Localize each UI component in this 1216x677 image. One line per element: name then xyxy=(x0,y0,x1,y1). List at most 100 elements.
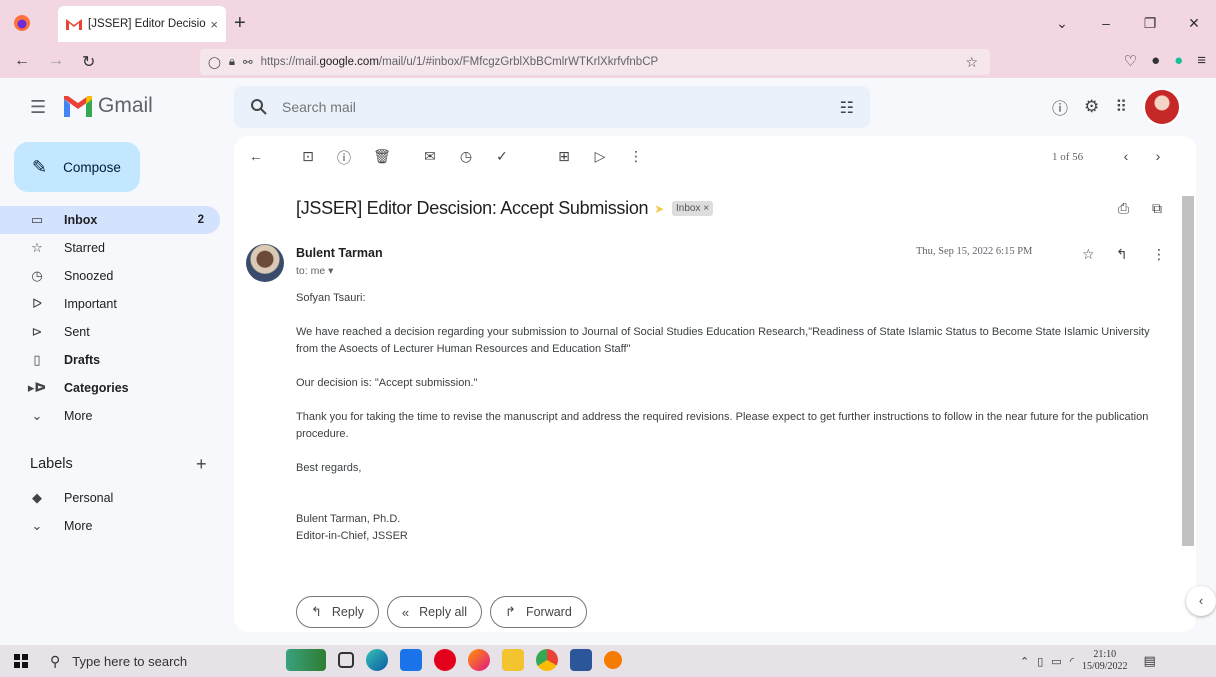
taskbar-clock[interactable]: 21:10 15/09/2022 xyxy=(1082,649,1128,673)
inbox-label-chip[interactable]: Inbox × xyxy=(672,201,714,216)
account-icon[interactable]: ● xyxy=(1151,52,1160,70)
minimize-icon[interactable]: – xyxy=(1084,15,1128,31)
star-icon[interactable]: ☆ xyxy=(1082,246,1095,263)
sidebar-item-snoozed[interactable]: ◷ Snoozed xyxy=(0,262,220,290)
gmail-wordmark: Gmail xyxy=(98,94,153,117)
shield-icon[interactable]: ◯ xyxy=(208,55,221,69)
open-new-window-icon[interactable]: ⧉ xyxy=(1152,200,1162,217)
bookmark-star-icon[interactable]: ☆ xyxy=(965,54,978,71)
side-panel-toggle-icon[interactable]: ‹ xyxy=(1186,586,1216,616)
sidebar-item-starred[interactable]: ☆ Starred xyxy=(0,234,220,262)
file-explorer-icon[interactable] xyxy=(502,649,524,671)
delete-icon[interactable]: 🗑︎ xyxy=(372,148,392,165)
message-body: Sofyan Tsauri: We have reached a decisio… xyxy=(296,290,1156,545)
search-options-icon[interactable]: ☷ xyxy=(840,98,854,118)
message-panel: ← ⊡ ⓘ 🗑︎ ✉ ◷ ✓ ⊞ ▷ ⋮ 1 of 56 ‹ › [JSSER]… xyxy=(234,136,1196,632)
recipient-details[interactable]: to: me ▾ xyxy=(296,265,333,277)
search-input[interactable] xyxy=(282,99,782,115)
sidebar-labels-more[interactable]: ⌄ More xyxy=(0,512,220,540)
main-menu-icon[interactable]: ☰ xyxy=(30,97,46,118)
network-icon[interactable]: ▭ xyxy=(1051,655,1061,668)
windows-start-icon[interactable] xyxy=(14,654,28,668)
mark-unread-icon[interactable]: ✉ xyxy=(420,148,440,165)
move-to-icon[interactable]: ⊞ xyxy=(554,148,574,165)
account-avatar[interactable] xyxy=(1142,88,1181,126)
close-window-icon[interactable]: ✕ xyxy=(1172,15,1216,32)
reply-all-button[interactable]: « Reply all xyxy=(386,596,483,628)
menu-icon[interactable]: ≡ xyxy=(1197,52,1206,70)
forward-button[interactable]: ↱ Forward xyxy=(490,596,587,628)
sidebar-item-label: Categories xyxy=(64,381,129,395)
reply-arrow-icon: ↰ xyxy=(311,604,322,619)
notifications-icon[interactable]: ▤ xyxy=(1144,653,1156,669)
sidebar-label-personal[interactable]: ◆ Personal xyxy=(0,484,220,512)
new-tab-button[interactable]: + xyxy=(234,12,246,35)
opera-icon[interactable] xyxy=(434,649,456,671)
chevron-down-icon: ⌄ xyxy=(31,518,43,533)
battery-icon[interactable]: ▯ xyxy=(1037,655,1043,668)
reply-button[interactable]: ↰ Reply xyxy=(296,596,379,628)
url-field[interactable]: ◯ 🔒︎ ⚯ https://mail. google.com/mail/u/1/… xyxy=(200,49,990,75)
back-to-inbox-icon[interactable]: ← xyxy=(246,148,266,164)
snooze-icon[interactable]: ◷ xyxy=(456,148,476,165)
gmail-m-icon xyxy=(64,95,92,117)
sidebar-item-more[interactable]: ⌄ More xyxy=(0,402,220,430)
widgets-icon[interactable] xyxy=(286,649,326,671)
firefox-icon[interactable] xyxy=(468,649,490,671)
help-icon[interactable]: ⓘ xyxy=(1052,95,1068,119)
report-spam-icon[interactable]: ⓘ xyxy=(334,148,354,168)
forward-arrow-icon[interactable]: → xyxy=(48,52,64,70)
search-app-icon[interactable] xyxy=(604,651,622,669)
url-path: /mail/u/1/#inbox/FMfcgzGrblXbBCmlrWTKrlX… xyxy=(378,56,659,68)
more-options-icon[interactable]: ⋮ xyxy=(626,148,646,165)
mail-icon[interactable] xyxy=(400,649,422,671)
older-chevron-icon[interactable]: › xyxy=(1148,148,1168,164)
forward-label: Forward xyxy=(525,605,572,619)
sidebar-item-label: Important xyxy=(64,297,117,311)
reload-icon[interactable]: ↻ xyxy=(82,52,95,72)
back-arrow-icon[interactable]: ← xyxy=(14,52,30,70)
list-tabs-icon[interactable]: ⌄ xyxy=(1040,15,1084,32)
sidebar-item-drafts[interactable]: ▯ Drafts xyxy=(0,346,220,374)
message-scrollbar[interactable] xyxy=(1182,182,1194,622)
windows-taskbar: ⚲ Type here to search ⌃ ▯ ▭ ◜ 21:10 15/0… xyxy=(0,645,1216,677)
word-icon[interactable] xyxy=(570,649,592,671)
taskbar-search[interactable]: ⚲ Type here to search xyxy=(40,645,280,677)
sender-avatar[interactable] xyxy=(246,244,284,282)
sidebar-item-sent[interactable]: ⊳ Sent xyxy=(0,318,220,346)
scrollbar-thumb[interactable] xyxy=(1182,196,1194,546)
print-icon[interactable]: ⎙ xyxy=(1118,200,1129,217)
reply-label: Reply xyxy=(331,605,364,619)
newer-chevron-icon[interactable]: ‹ xyxy=(1116,148,1136,164)
sidebar-item-categories[interactable]: ▸ᐅ Categories xyxy=(0,374,220,402)
search-icon[interactable] xyxy=(250,98,268,116)
wifi-icon[interactable]: ◜ xyxy=(1070,655,1074,668)
apps-grid-icon[interactable]: ⠿ xyxy=(1115,97,1127,117)
lock-icon[interactable]: 🔒︎ xyxy=(229,56,235,69)
add-label-button[interactable]: + xyxy=(196,454,207,475)
firefox-icon[interactable] xyxy=(13,14,31,32)
compose-button[interactable]: ✎ Compose xyxy=(14,142,140,192)
sender-name[interactable]: Bulent Tarman xyxy=(296,246,383,260)
chrome-icon[interactable] xyxy=(536,649,558,671)
search-bar[interactable]: ☷ xyxy=(234,86,870,128)
sidebar-item-important[interactable]: ᐅ Important xyxy=(0,290,220,318)
important-marker-icon[interactable]: ➤ xyxy=(654,202,664,216)
settings-gear-icon[interactable]: ⚙ xyxy=(1084,97,1099,117)
gmail-logo[interactable]: Gmail xyxy=(64,94,153,118)
edge-icon[interactable] xyxy=(366,649,388,671)
add-task-icon[interactable]: ✓ xyxy=(492,148,512,165)
permissions-icon[interactable]: ⚯ xyxy=(243,55,253,69)
sidebar-item-inbox[interactable]: ▭ Inbox 2 xyxy=(0,206,220,234)
grammarly-icon[interactable]: ● xyxy=(1174,52,1183,70)
message-more-icon[interactable]: ⋮ xyxy=(1152,246,1166,263)
archive-icon[interactable]: ⊡ xyxy=(298,148,318,165)
label-as-icon[interactable]: ▷ xyxy=(590,148,610,165)
browser-tab[interactable]: [JSSER] Editor Decision - × xyxy=(58,6,226,42)
tray-chevron-icon[interactable]: ⌃ xyxy=(1020,655,1029,668)
tab-close-icon[interactable]: × xyxy=(210,17,218,32)
task-view-icon[interactable] xyxy=(338,652,354,668)
restore-icon[interactable]: ❐ xyxy=(1128,15,1172,32)
pocket-icon[interactable]: ♡ xyxy=(1124,52,1137,70)
reply-icon[interactable]: ↰ xyxy=(1116,246,1128,263)
